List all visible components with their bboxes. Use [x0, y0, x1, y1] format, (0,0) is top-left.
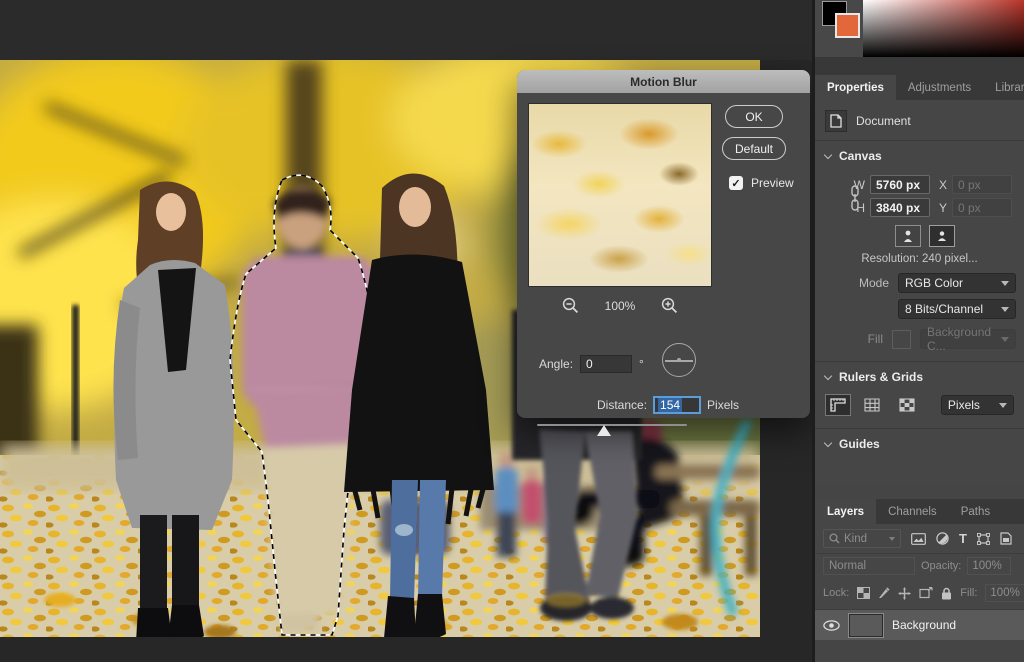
mode-label: Mode	[859, 276, 889, 290]
default-button[interactable]: Default	[722, 137, 786, 160]
chevron-down-icon	[1001, 281, 1009, 286]
toggle-rulers-icon[interactable]	[825, 394, 851, 416]
guides-section-header[interactable]: Guides	[815, 429, 1024, 457]
lock-label: Lock:	[823, 587, 849, 599]
search-icon	[829, 533, 840, 544]
fill-select[interactable]: Background C...	[920, 329, 1016, 349]
x-input[interactable]: 0 px	[952, 175, 1012, 194]
resolution-text: Resolution: 240 pixel...	[815, 253, 1024, 265]
preview-checkbox[interactable]: ✓	[729, 176, 743, 190]
lock-position-icon[interactable]	[898, 587, 911, 600]
preview-checkbox-label: Preview	[751, 176, 794, 190]
chevron-down-icon	[824, 150, 832, 158]
slider-track[interactable]	[537, 424, 687, 426]
mode-select[interactable]: RGB Color	[898, 273, 1016, 293]
slider-thumb[interactable]	[597, 425, 611, 436]
document-icon	[825, 110, 847, 132]
layer-visibility-eye-icon[interactable]	[823, 620, 840, 631]
y-input[interactable]: 0 px	[952, 198, 1012, 217]
angle-dial[interactable]	[662, 343, 696, 377]
ok-button[interactable]: OK	[725, 105, 783, 128]
canvas-section-header[interactable]: Canvas	[815, 141, 1024, 169]
angle-label: Angle:	[539, 357, 573, 371]
chevron-down-icon	[824, 371, 832, 379]
angle-input[interactable]: 0	[580, 355, 632, 373]
filter-type-layers-icon[interactable]: T	[959, 531, 967, 546]
blend-mode-select[interactable]: Normal	[823, 557, 915, 575]
right-panel: Properties Adjustments Libraries Documen…	[812, 0, 1024, 662]
opacity-input[interactable]: 100%	[967, 557, 1011, 575]
dialog-title[interactable]: Motion Blur	[517, 70, 810, 93]
orientation-portrait-button[interactable]	[895, 225, 921, 247]
motion-blur-dialog: Motion Blur 100% OK Default	[517, 70, 810, 418]
tab-layers[interactable]: Layers	[815, 499, 876, 524]
canvas-top-bar	[0, 0, 812, 60]
distance-slider[interactable]	[537, 422, 687, 436]
bit-depth-select[interactable]: 8 Bits/Channel	[898, 299, 1016, 319]
chevron-down-icon	[1001, 307, 1009, 312]
layer-row-background[interactable]: Background	[815, 610, 1024, 640]
distance-label: Distance:	[597, 398, 647, 412]
tab-properties[interactable]: Properties	[815, 75, 896, 100]
distance-unit-label: Pixels	[707, 398, 739, 412]
x-label: X	[935, 178, 947, 192]
orientation-landscape-button[interactable]	[929, 225, 955, 247]
color-panel	[815, 0, 1024, 57]
units-select[interactable]: Pixels	[941, 395, 1014, 415]
filter-pixel-layers-icon[interactable]	[911, 533, 926, 545]
document-label: Document	[856, 114, 911, 128]
lock-image-pixels-icon[interactable]	[878, 587, 890, 599]
filter-smart-objects-icon[interactable]	[1000, 532, 1012, 545]
preview-zoom-level: 100%	[605, 299, 636, 313]
lock-transparent-pixels-icon[interactable]	[857, 587, 870, 599]
tab-libraries[interactable]: Libraries	[983, 75, 1024, 100]
fill-opacity-label: Fill:	[960, 587, 977, 599]
angle-degree-symbol: °	[639, 357, 644, 371]
rulers-grids-section-header[interactable]: Rulers & Grids	[815, 362, 1024, 390]
layer-name: Background	[892, 618, 956, 632]
filter-adjustment-layers-icon[interactable]	[936, 532, 949, 545]
color-field[interactable]	[863, 0, 1024, 57]
opacity-label: Opacity:	[921, 560, 961, 572]
filter-shape-layers-icon[interactable]	[977, 533, 990, 545]
height-input[interactable]: 3840 px	[870, 198, 930, 217]
photoshop-app: Motion Blur 100% OK Default	[0, 0, 1024, 662]
tab-paths[interactable]: Paths	[949, 499, 1002, 524]
fill-swatch[interactable]	[892, 330, 911, 349]
tab-adjustments[interactable]: Adjustments	[896, 75, 983, 100]
lock-artboard-icon[interactable]	[919, 587, 933, 599]
fill-label: Fill	[868, 332, 883, 346]
link-dimensions-icon[interactable]	[849, 185, 861, 211]
width-input[interactable]: 5760 px	[870, 175, 930, 194]
chevron-down-icon	[824, 438, 832, 446]
zoom-out-icon[interactable]	[562, 297, 579, 314]
properties-tab-bar: Properties Adjustments Libraries	[815, 75, 1024, 100]
filter-preview-image[interactable]	[528, 103, 712, 287]
toggle-pixel-grid-icon[interactable]	[894, 394, 920, 416]
chevron-down-icon	[999, 403, 1007, 408]
layers-tab-bar: Layers Channels Paths	[815, 499, 1024, 524]
y-label: Y	[935, 201, 947, 215]
lock-all-icon[interactable]	[941, 587, 952, 600]
toggle-grid-icon[interactable]	[860, 394, 886, 416]
tab-channels[interactable]: Channels	[876, 499, 949, 524]
zoom-in-icon[interactable]	[661, 297, 678, 314]
layer-thumbnail[interactable]	[849, 614, 883, 637]
background-color-swatch[interactable]	[835, 13, 860, 38]
distance-input[interactable]: 154	[653, 396, 701, 414]
chevron-down-icon	[1001, 337, 1009, 342]
fill-opacity-input[interactable]: 100%	[985, 584, 1024, 602]
layer-filter-kind-select[interactable]: Kind	[823, 529, 901, 548]
